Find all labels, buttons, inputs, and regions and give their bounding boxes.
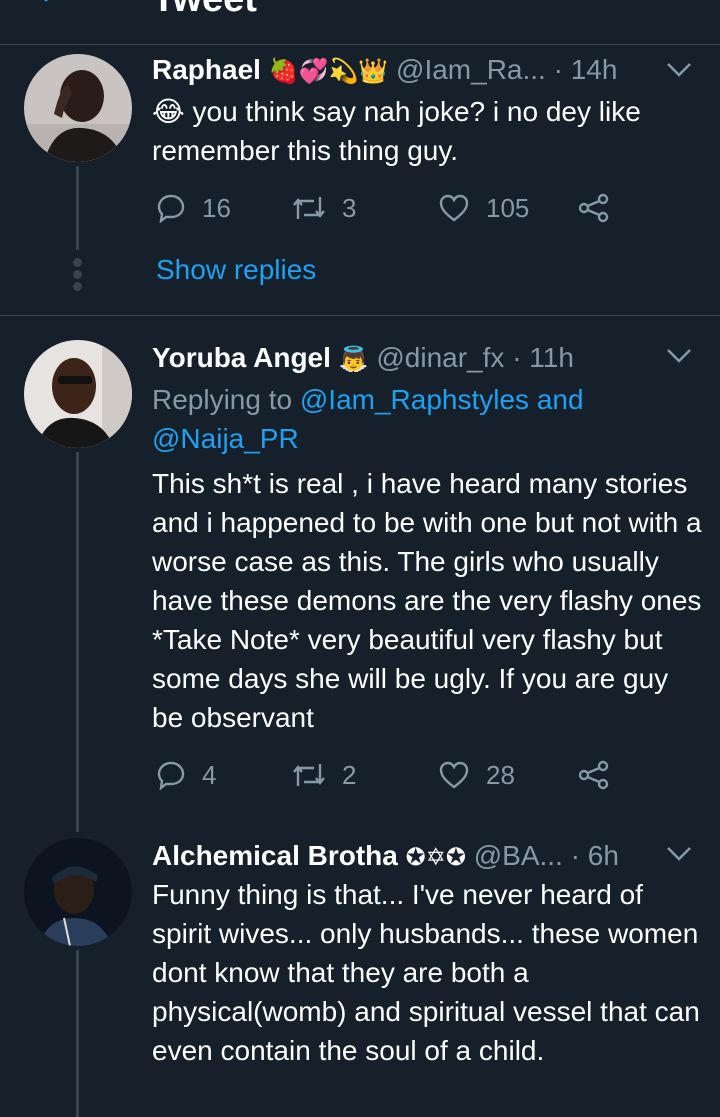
display-name[interactable]: Yoruba Angel [152, 342, 331, 373]
chevron-down-icon[interactable] [666, 348, 692, 364]
user-handle[interactable]: @dinar_fx [376, 342, 504, 373]
tweet-text: This sh*t is real , i have heard many st… [152, 468, 702, 733]
share-icon [578, 193, 609, 223]
thread-line [76, 950, 79, 1117]
tweet-header: Raphael 🍓💞💫👑 @Iam_Ra... · 14h [152, 50, 662, 90]
page-title: Tweet [152, 0, 257, 21]
laughing-emoji: 😂 [152, 96, 185, 127]
reply-button[interactable]: 16 [156, 188, 231, 228]
share-button[interactable] [578, 755, 626, 795]
name-emojis: 🍓💞💫👑 [268, 58, 389, 85]
retweet-count: 3 [342, 192, 357, 223]
chevron-down-icon[interactable] [666, 846, 692, 862]
retweet-icon [293, 197, 325, 219]
timestamp[interactable]: · 11h [512, 342, 574, 373]
tweet-text: 😂 you think say nah joke? i no dey like … [152, 96, 641, 166]
share-icon [578, 760, 609, 790]
avatar[interactable] [24, 54, 132, 162]
display-name[interactable]: Alchemical Brotha [152, 840, 398, 871]
tweet-actions: 4 2 28 [152, 755, 712, 795]
chevron-down-icon[interactable] [666, 62, 692, 78]
mention-link[interactable]: @Iam_Raphstyles [300, 384, 529, 415]
replying-to: Replying to @Iam_Raphstyles and @Naija_P… [152, 384, 584, 454]
like-button[interactable]: 28 [438, 755, 515, 795]
tweet-header: Yoruba Angel 👼 @dinar_fx · 11h [152, 338, 662, 378]
avatar[interactable] [24, 838, 132, 946]
heart-icon [439, 761, 469, 789]
avatar[interactable] [24, 340, 132, 448]
back-arrow-icon[interactable] [40, 0, 64, 10]
timestamp[interactable]: · 14h [554, 54, 618, 85]
reply-count: 16 [202, 192, 231, 223]
share-button[interactable] [578, 188, 626, 228]
user-handle[interactable]: @Iam_Ra... [396, 54, 546, 85]
divider [0, 315, 720, 316]
like-count: 105 [486, 192, 530, 223]
reply-icon [157, 761, 185, 790]
timestamp[interactable]: · 6h [571, 840, 619, 871]
reply-icon [157, 194, 185, 223]
like-button[interactable]: 105 [438, 188, 529, 228]
tweet-actions: 16 3 105 [152, 188, 712, 228]
retweet-icon [293, 764, 325, 786]
tweet-text: Funny thing is that... I've never heard … [152, 879, 700, 1066]
like-count: 28 [486, 759, 515, 790]
thread-dots [73, 258, 82, 294]
thread-line [76, 166, 79, 250]
retweet-count: 2 [342, 759, 357, 790]
heart-icon [439, 194, 469, 222]
retweet-button[interactable]: 2 [292, 755, 356, 795]
reply-button[interactable]: 4 [156, 755, 216, 795]
mention-link[interactable]: @Naija_PR [152, 423, 299, 454]
retweet-button[interactable]: 3 [292, 188, 356, 228]
top-bar: Tweet [0, 0, 720, 45]
reply-count: 4 [202, 759, 217, 790]
display-name[interactable]: Raphael [152, 54, 261, 85]
user-handle[interactable]: @BA... [474, 840, 563, 871]
name-emojis: ✪✡✪ [405, 844, 466, 871]
name-emojis: 👼 [338, 346, 369, 373]
tweet-header: Alchemical Brotha ✪✡✪ @BA... · 6h [152, 836, 662, 876]
thread-line [76, 452, 79, 832]
show-replies-link[interactable]: Show replies [156, 254, 316, 286]
